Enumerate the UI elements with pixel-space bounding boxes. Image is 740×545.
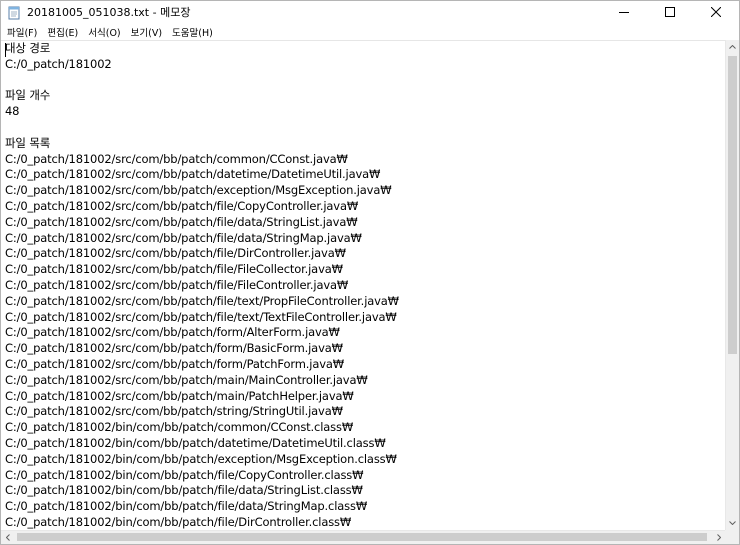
text-line: C:/0_patch/181002: [5, 56, 112, 71]
text-line: C:/0_patch/181002/src/com/bb/patch/file/…: [5, 214, 358, 229]
text-line: C:/0_patch/181002/src/com/bb/patch/commo…: [5, 151, 348, 166]
text-line: [1, 73, 726, 89]
menu-file[interactable]: 파일(F): [1, 25, 42, 39]
scroll-right-button[interactable]: [712, 531, 726, 544]
text-line: C:/0_patch/181002/src/com/bb/patch/file/…: [5, 277, 349, 292]
text-line: C:/0_patch/181002/src/com/bb/patch/file/…: [5, 293, 399, 308]
text-line: C:/0_patch/181002/src/com/bb/patch/strin…: [5, 404, 343, 419]
window-title: 20181005_051038.txt - 메모장: [27, 6, 191, 19]
text-line: 대상 경로: [5, 41, 51, 55]
text-line: C:/0_patch/181002/src/com/bb/patch/excep…: [5, 183, 392, 198]
notepad-icon: [7, 5, 21, 20]
menu-format[interactable]: 서식(O): [83, 25, 125, 39]
horizontal-scrollbar[interactable]: [1, 530, 726, 544]
menu-edit[interactable]: 편집(E): [42, 25, 83, 39]
notepad-window: 20181005_051038.txt - 메모장 파일(F) 편집(E) 서식…: [0, 0, 740, 545]
arrow-up-icon: [729, 45, 736, 49]
arrow-down-icon: [729, 521, 736, 525]
text-line: C:/0_patch/181002/src/com/bb/patch/main/…: [5, 372, 368, 387]
text-caret: [5, 43, 6, 57]
window-controls: [601, 1, 739, 23]
text-line: C:/0_patch/181002/src/com/bb/patch/file/…: [5, 262, 343, 277]
text-line: C:/0_patch/181002/bin/com/bb/patch/file/…: [5, 514, 352, 529]
scroll-up-button[interactable]: [726, 40, 739, 54]
text-line: C:/0_patch/181002/src/com/bb/patch/main/…: [5, 388, 354, 403]
text-line: 파일 목록: [5, 135, 51, 150]
vertical-scroll-thumb[interactable]: [728, 56, 737, 354]
text-line: C:/0_patch/181002/bin/com/bb/patch/file/…: [5, 483, 363, 498]
close-icon: [711, 7, 721, 17]
text-line: C:/0_patch/181002/src/com/bb/patch/file/…: [5, 230, 362, 245]
text-line: C:/0_patch/181002/bin/com/bb/patch/datet…: [5, 435, 386, 450]
arrow-right-icon: [717, 534, 721, 541]
text-line: C:/0_patch/181002/src/com/bb/patch/file/…: [5, 198, 359, 213]
text-line: C:/0_patch/181002/bin/com/bb/patch/file/…: [5, 467, 364, 482]
maximize-button[interactable]: [647, 1, 693, 23]
text-line: C:/0_patch/181002/src/com/bb/patch/form/…: [5, 341, 343, 356]
text-line: C:/0_patch/181002/bin/com/bb/patch/file/…: [5, 499, 368, 514]
minimize-icon: [619, 12, 629, 13]
text-line: C:/0_patch/181002/src/com/bb/patch/form/…: [5, 325, 340, 340]
text-line: C:/0_patch/181002/bin/com/bb/patch/commo…: [5, 420, 354, 435]
text-line: C:/0_patch/181002/bin/com/bb/patch/excep…: [5, 451, 397, 466]
arrow-left-icon: [6, 534, 10, 541]
title-bar[interactable]: 20181005_051038.txt - 메모장: [1, 1, 739, 23]
menu-bar: 파일(F) 편집(E) 서식(O) 보기(V) 도움말(H): [1, 23, 739, 40]
menu-view[interactable]: 보기(V): [126, 25, 167, 39]
text-line: C:/0_patch/181002/src/com/bb/patch/form/…: [5, 356, 344, 371]
scroll-down-button[interactable]: [726, 516, 739, 530]
menu-help[interactable]: 도움말(H): [167, 25, 218, 39]
text-line: 48: [5, 104, 20, 119]
minimize-button[interactable]: [601, 1, 647, 23]
maximize-icon: [665, 7, 675, 17]
close-button[interactable]: [693, 1, 739, 23]
text-line: C:/0_patch/181002/src/com/bb/patch/file/…: [5, 246, 346, 261]
text-line: C:/0_patch/181002/src/com/bb/patch/datet…: [5, 167, 381, 182]
resize-grip[interactable]: [725, 530, 739, 544]
text-line: [1, 120, 726, 136]
text-line: C:/0_patch/181002/src/com/bb/patch/file/…: [5, 309, 397, 324]
text-line: 파일 개수: [5, 88, 51, 103]
text-editor[interactable]: 대상 경로 C:/0_patch/181002 파일 개수 48 파일 목록 C…: [1, 40, 726, 530]
horizontal-scroll-thumb[interactable]: [17, 533, 707, 541]
vertical-scrollbar[interactable]: [725, 40, 739, 530]
scroll-left-button[interactable]: [1, 531, 15, 544]
